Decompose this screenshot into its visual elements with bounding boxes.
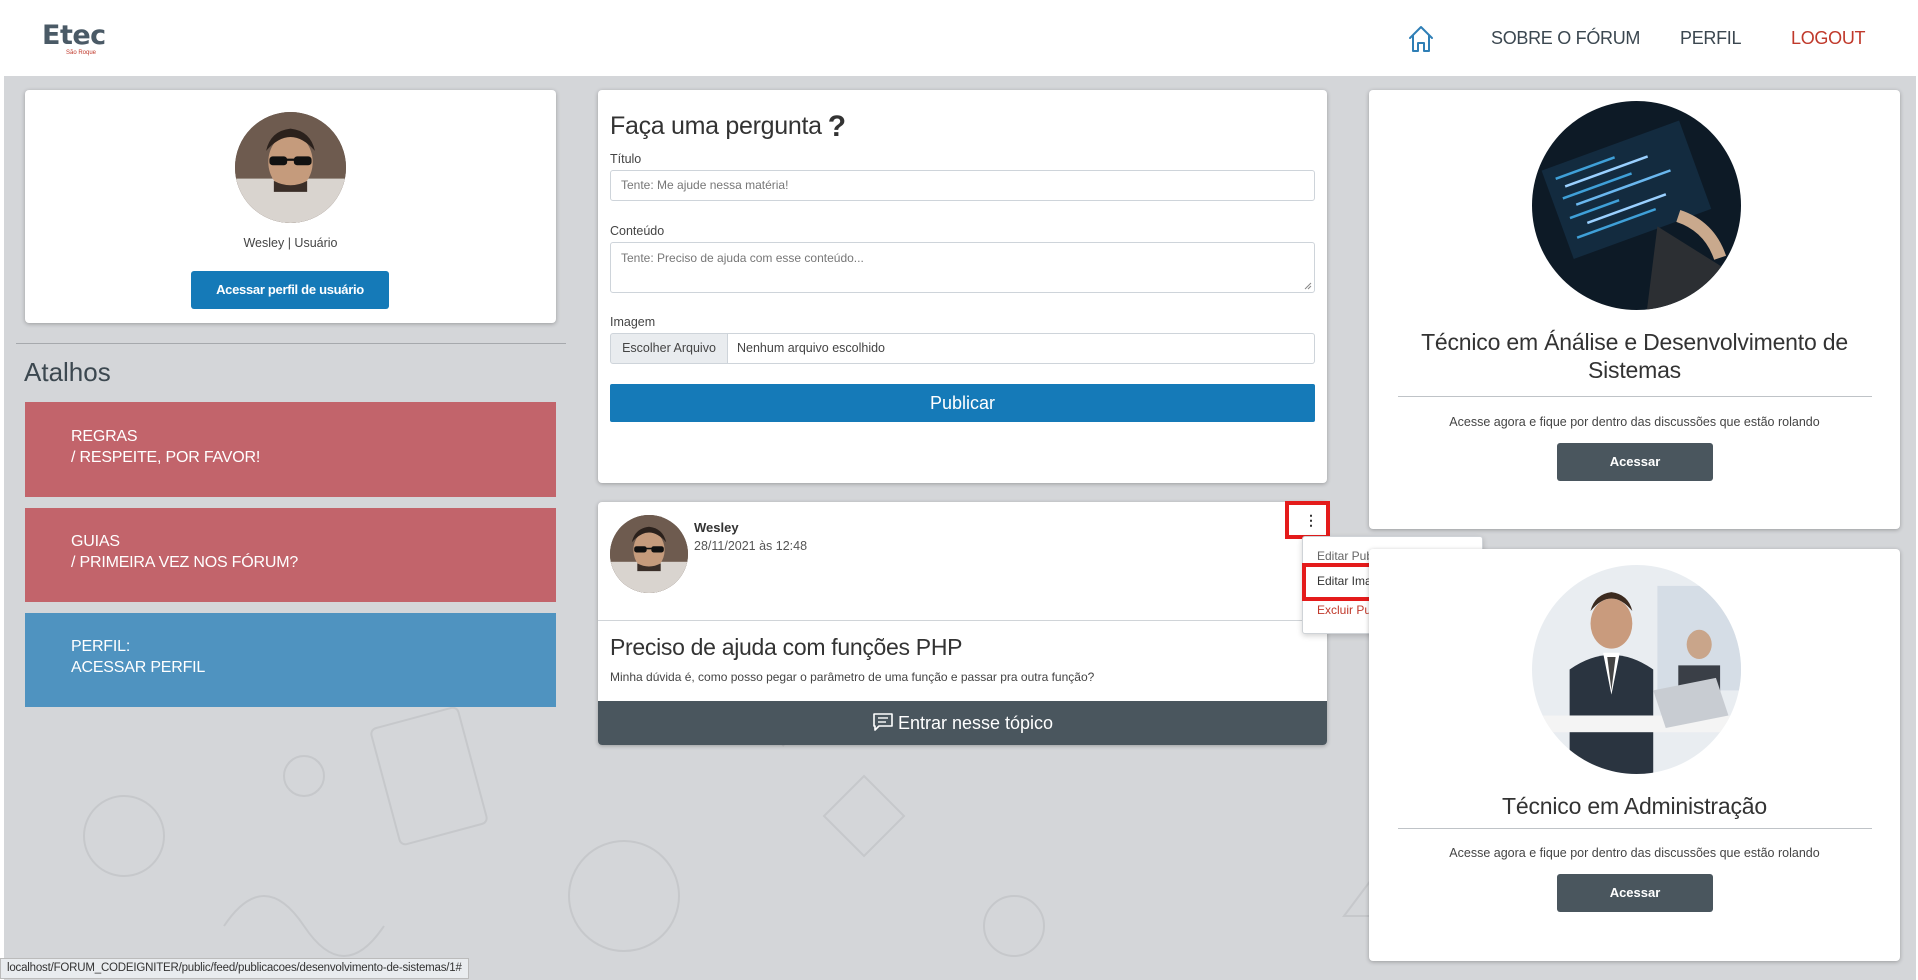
course-title-ads: Técnico em Ánálise e Desenvolvimento de … bbox=[1421, 329, 1848, 383]
post-author-avatar[interactable] bbox=[610, 515, 688, 593]
shortcut-rules[interactable]: REGRAS / RESPEITE, POR FAVOR! bbox=[25, 402, 556, 497]
form-title: Faça uma pergunta? bbox=[610, 110, 846, 144]
course-image-laptop bbox=[1532, 101, 1741, 310]
enter-topic-button[interactable]: Entrar nesse tópico bbox=[598, 701, 1327, 745]
nav-about-link[interactable]: SOBRE O FÓRUM bbox=[1491, 28, 1640, 49]
course-divider bbox=[1398, 828, 1872, 829]
shortcut-guides-title: GUIAS bbox=[71, 533, 120, 550]
image-label: Imagem bbox=[610, 315, 656, 329]
post-options-button[interactable]: ⋮ bbox=[1285, 501, 1330, 539]
nav-profile-link[interactable]: PERFIL bbox=[1680, 28, 1742, 49]
course-card-ads: Técnico em Ánálise e Desenvolvimento de … bbox=[1369, 90, 1900, 529]
shortcut-guides[interactable]: GUIAS / PRIMEIRA VEZ NOS FÓRUM? bbox=[25, 508, 556, 602]
choose-file-button[interactable]: Escolher Arquivo bbox=[610, 333, 728, 364]
post-divider bbox=[598, 620, 1327, 621]
browser-status-bar: localhost/FORUM_CODEIGNITER/public/feed/… bbox=[0, 958, 469, 979]
profile-card: Wesley | Usuário Acessar perfil de usuár… bbox=[25, 90, 556, 323]
shortcut-profile-title: PERFIL: bbox=[71, 638, 131, 655]
post-author[interactable]: Wesley bbox=[694, 520, 739, 535]
title-label: Título bbox=[610, 152, 642, 166]
top-navbar: Etec São Roque SOBRE O FÓRUM PERFIL LOGO… bbox=[0, 0, 1918, 76]
course-access-button-admin[interactable]: Acessar bbox=[1557, 874, 1713, 912]
profile-access-button[interactable]: Acessar perfil de usuário bbox=[191, 271, 389, 309]
etec-logo[interactable]: Etec São Roque bbox=[42, 20, 106, 57]
form-title-text: Faça uma pergunta bbox=[610, 112, 822, 140]
publish-button[interactable]: Publicar bbox=[610, 384, 1315, 422]
course-card-admin: Técnico em Administração Acesse agora e … bbox=[1369, 549, 1900, 961]
brand-text: Etec bbox=[42, 20, 106, 51]
title-input[interactable]: Tente: Me ajude nessa matéria! bbox=[610, 170, 1315, 201]
comment-icon bbox=[873, 713, 893, 731]
shortcut-rules-subtitle: / RESPEITE, POR FAVOR! bbox=[71, 449, 261, 466]
content-textarea[interactable]: Tente: Preciso de ajuda com esse conteúd… bbox=[610, 242, 1315, 293]
shortcut-profile[interactable]: PERFIL: ACESSAR PERFIL bbox=[25, 613, 556, 707]
enter-topic-label: Entrar nesse tópico bbox=[897, 713, 1054, 733]
resize-grip-icon[interactable] bbox=[1304, 282, 1312, 290]
shortcuts-title: Atalhos bbox=[24, 357, 111, 387]
home-icon[interactable] bbox=[1407, 24, 1435, 54]
post-card: Wesley 28/11/2021 às 12:48 Preciso de aj… bbox=[598, 502, 1327, 745]
shortcut-profile-subtitle: ACESSAR PERFIL bbox=[71, 659, 206, 676]
file-status: Nenhum arquivo escolhido bbox=[727, 333, 1315, 364]
profile-name: Wesley | Usuário bbox=[243, 236, 338, 250]
shortcut-guides-subtitle: / PRIMEIRA VEZ NOS FÓRUM? bbox=[71, 554, 299, 571]
nav-logout-link[interactable]: LOGOUT bbox=[1791, 28, 1866, 49]
more-vertical-icon: ⋮ bbox=[1304, 512, 1318, 528]
course-description-ads: Acesse agora e fique por dentro das disc… bbox=[1449, 415, 1820, 429]
shortcut-rules-title: REGRAS bbox=[71, 428, 138, 445]
content-label: Conteúdo bbox=[610, 224, 665, 238]
course-title-admin-text: Técnico em Administração bbox=[1502, 793, 1767, 819]
question-form-card: Faça uma pergunta? Título Tente: Me ajud… bbox=[598, 90, 1327, 483]
avatar bbox=[235, 112, 346, 223]
post-description: Minha dúvida é, como posso pegar o parâm… bbox=[610, 670, 1095, 684]
course-divider bbox=[1398, 396, 1872, 397]
post-title: Preciso de ajuda com funções PHP bbox=[610, 634, 963, 660]
question-mark-icon: ? bbox=[827, 110, 846, 143]
shortcuts-divider bbox=[16, 343, 566, 344]
content-placeholder: Tente: Preciso de ajuda com esse conteúd… bbox=[621, 251, 864, 265]
course-image-office bbox=[1532, 565, 1741, 774]
post-date: 28/11/2021 às 12:48 bbox=[694, 539, 808, 553]
course-description-admin: Acesse agora e fique por dentro das disc… bbox=[1449, 846, 1820, 860]
course-access-button-ads[interactable]: Acessar bbox=[1557, 443, 1713, 481]
course-title-admin: Técnico em Administração bbox=[1389, 789, 1880, 819]
